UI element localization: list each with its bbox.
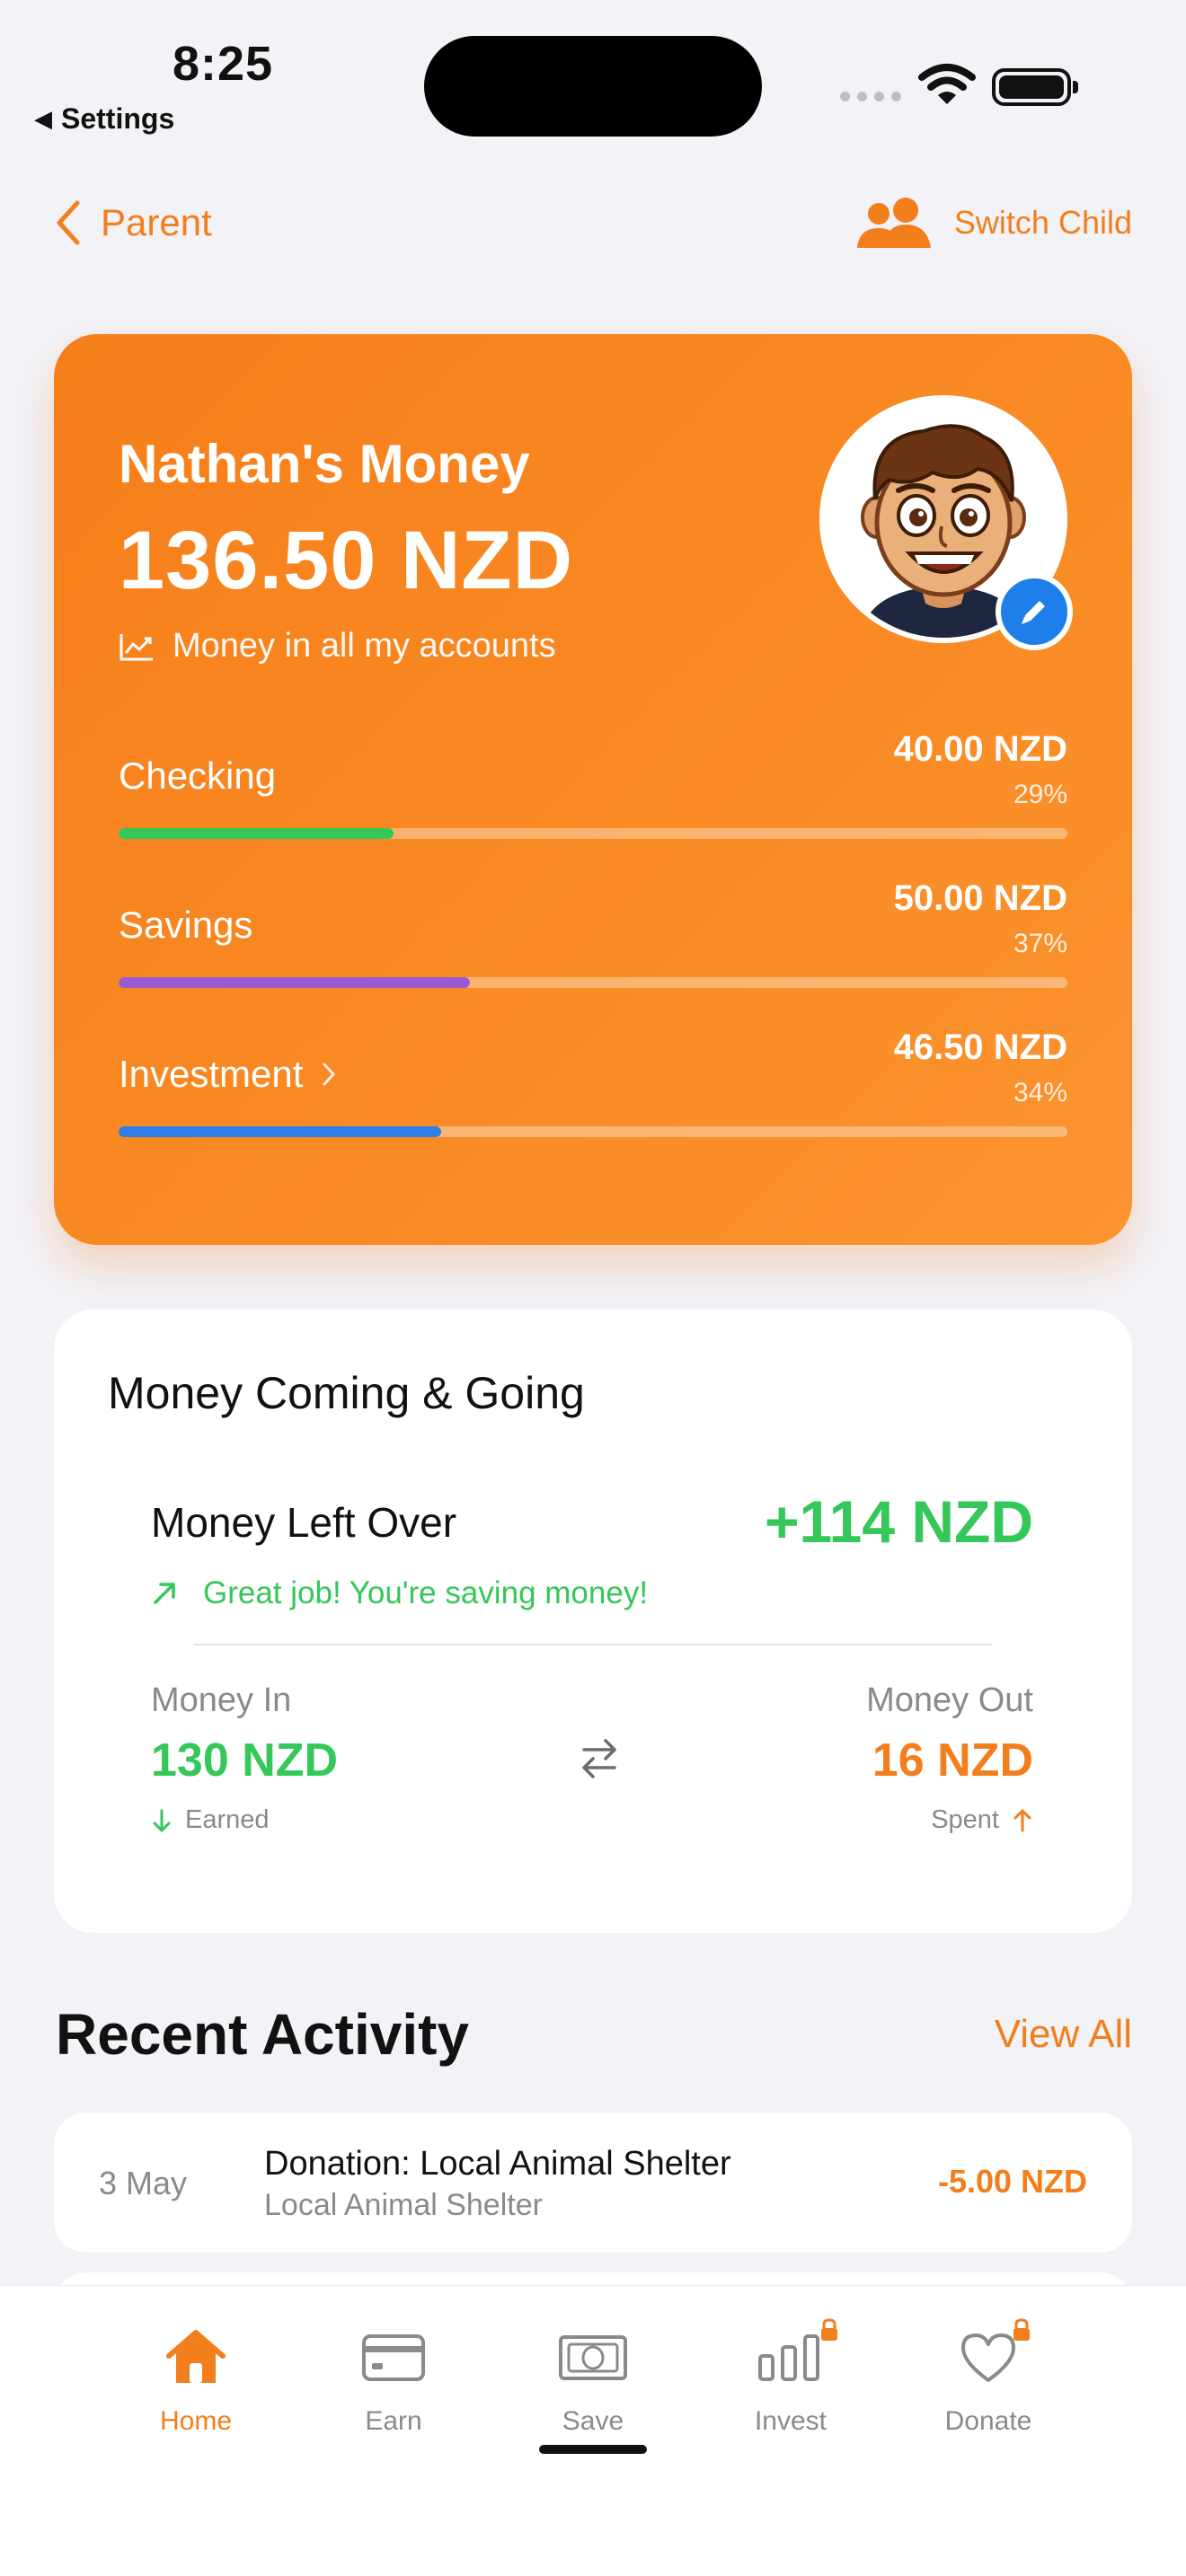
account-row-investment[interactable]: Investment 46.50 NZD 34% (119, 1028, 1067, 1137)
account-row-savings[interactable]: Savings 50.00 NZD 37% (119, 878, 1067, 988)
money-out-value: 16 NZD (872, 1734, 1033, 1786)
money-flow-title: Money Coming & Going (108, 1368, 585, 1418)
account-amount: 46.50 NZD (893, 1028, 1067, 1067)
account-progress-track (119, 1126, 1067, 1137)
balance-card: Nathan's Money 136.50 NZD Money in all m… (54, 334, 1132, 1245)
switch-child-label: Switch Child (953, 204, 1132, 241)
heart-icon (961, 2333, 1015, 2382)
switch-child-button[interactable]: Switch Child (854, 196, 1132, 250)
activity-row[interactable]: 3 May Donation: Local Animal Shelter Loc… (54, 2113, 1132, 2253)
saving-message: Great job! You're saving money! (151, 1575, 648, 1611)
back-label: Parent (101, 201, 212, 243)
account-progress-fill (119, 828, 394, 839)
chevron-left-icon (57, 200, 80, 245)
total-balance-caption: Money in all my accounts (119, 627, 556, 666)
money-out-label: Money Out (866, 1681, 1033, 1719)
money-flow-card: Money Coming & Going Money Left Over +11… (54, 1310, 1132, 1933)
cellular-signal-icon (840, 92, 901, 101)
tab-home[interactable]: Home (115, 2322, 277, 2437)
tab-invest[interactable]: Invest (710, 2318, 872, 2437)
status-time: 8:25 (173, 37, 274, 91)
divider (194, 1644, 992, 1645)
dynamic-island (424, 36, 762, 137)
arrow-down-icon (153, 1809, 171, 1831)
activity-date: 3 May (99, 2165, 188, 2201)
lock-icon (821, 2318, 837, 2341)
tab-label: Save (562, 2406, 624, 2436)
tab-label: Earn (365, 2406, 422, 2436)
wifi-icon (918, 64, 976, 104)
activity-title: Donation: Local Animal Shelter (264, 2145, 731, 2183)
account-progress-track (119, 977, 1067, 988)
money-in-caption: Earned (151, 1805, 270, 1835)
account-progress-fill (119, 977, 470, 988)
money-in-label: Money In (151, 1681, 292, 1719)
trend-chart-icon (119, 633, 153, 660)
account-percent: 34% (1013, 1078, 1067, 1107)
view-all-link[interactable]: View All (995, 2012, 1132, 2057)
arrow-up-icon (1013, 1809, 1031, 1831)
activity-subtitle: Local Animal Shelter (264, 2188, 543, 2222)
tab-bar: Home Earn Save Invest Donate (0, 2285, 1186, 2576)
status-bar: 8:25 ◀ Settings (0, 0, 1186, 153)
child-money-title: Nathan's Money (119, 434, 530, 494)
battery-icon (992, 68, 1078, 106)
account-progress-track (119, 828, 1067, 839)
bar-chart-icon (758, 2334, 819, 2381)
chevron-right-icon (323, 1063, 336, 1086)
lock-icon (1013, 2318, 1030, 2341)
arrow-up-right-icon (154, 1583, 175, 1604)
banknote-icon (559, 2335, 627, 2380)
caption-text: Money in all my accounts (173, 627, 556, 665)
back-triangle-icon: ◀ (34, 105, 52, 132)
account-label: Checking (119, 754, 277, 797)
people-icon (856, 198, 931, 248)
tab-label: Invest (754, 2406, 828, 2436)
account-amount: 50.00 NZD (893, 878, 1067, 918)
tab-label: Donate (944, 2406, 1032, 2436)
home-indicator (539, 2445, 647, 2454)
back-app-label: Settings (61, 102, 175, 135)
back-to-parent-button[interactable]: Parent (54, 199, 212, 246)
swap-arrows-icon (582, 1739, 616, 1778)
tab-earn[interactable]: Earn (313, 2322, 474, 2437)
money-in-value: 130 NZD (151, 1734, 339, 1786)
account-percent: 29% (1013, 780, 1067, 809)
account-row-checking[interactable]: Checking 40.00 NZD 29% (119, 729, 1067, 839)
account-amount: 40.00 NZD (893, 729, 1067, 769)
total-balance: 136.50 NZD (119, 515, 574, 606)
recent-activity-heading: Recent Activity (56, 2002, 469, 2067)
account-percent: 37% (1013, 929, 1067, 958)
tab-label: Home (159, 2406, 233, 2436)
edit-avatar-button[interactable] (996, 573, 1073, 650)
account-label: Savings (119, 904, 253, 946)
back-to-settings-link[interactable]: ◀ Settings (34, 102, 174, 136)
card-icon (362, 2334, 425, 2381)
tab-save[interactable]: Save (512, 2322, 674, 2437)
account-label: Investment (119, 1053, 337, 1096)
account-progress-fill (119, 1126, 442, 1137)
money-left-over-value: +114 NZD (765, 1488, 1033, 1555)
house-icon (166, 2330, 226, 2383)
activity-amount: -5.00 NZD (937, 2163, 1087, 2200)
pencil-icon (1022, 601, 1045, 624)
money-out-caption: Spent (931, 1805, 1033, 1835)
money-left-over-label: Money Left Over (151, 1499, 457, 1546)
tab-donate[interactable]: Donate (907, 2318, 1069, 2437)
